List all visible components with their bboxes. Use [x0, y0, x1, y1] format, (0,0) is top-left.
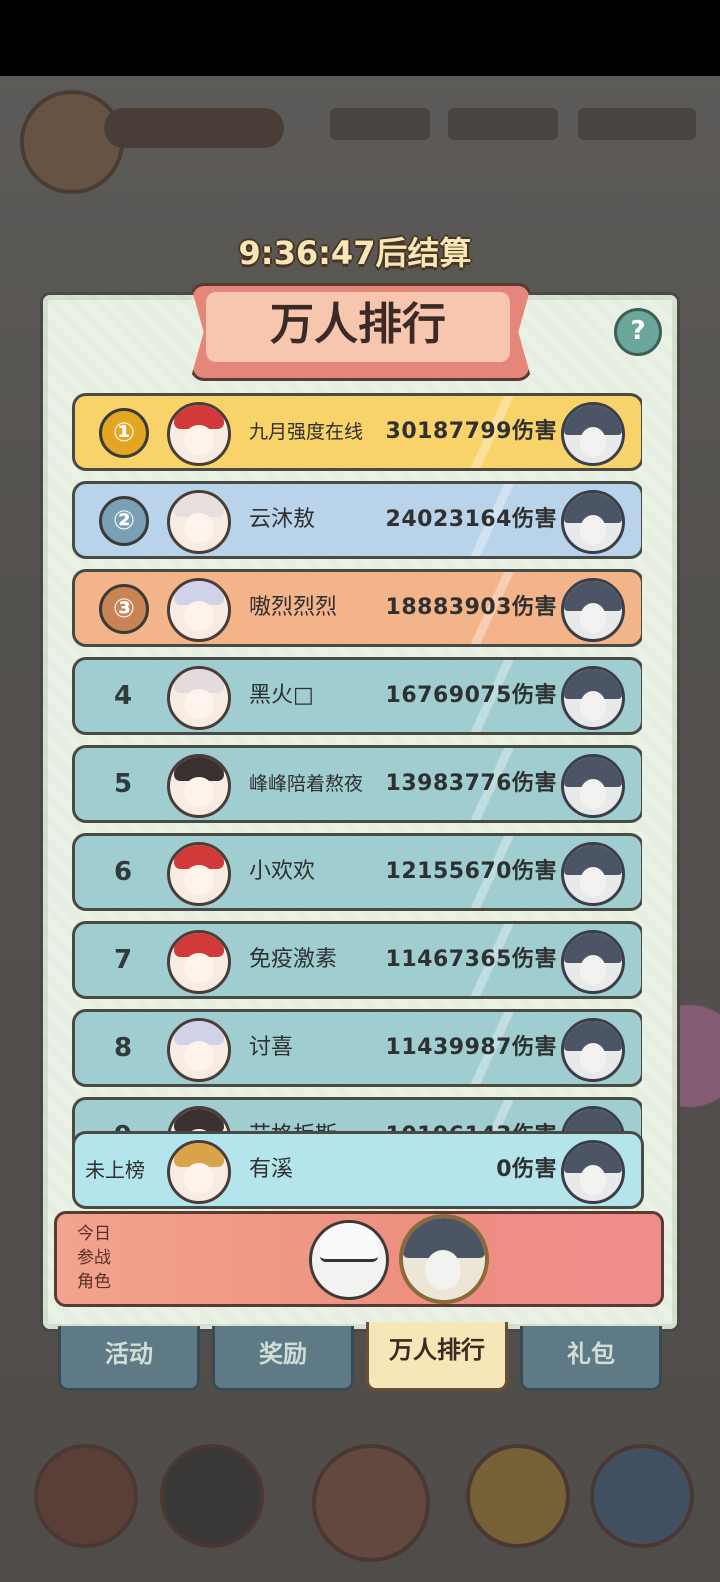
player-avatar-icon	[167, 402, 231, 466]
boss-icon	[561, 930, 625, 994]
player-avatar-icon	[167, 490, 231, 554]
boss-icon	[561, 666, 625, 730]
boss-icon	[561, 1140, 625, 1204]
damage-value: 13983776伤害	[385, 771, 557, 796]
tab-2[interactable]: 万人排行	[366, 1322, 508, 1391]
ranking-row[interactable]: ③ 嗷烈烈烈 18883903伤害	[72, 569, 642, 647]
player-name: 免疫激素	[249, 947, 338, 972]
ranking-row[interactable]: 7 免疫激素 11467365伤害	[72, 921, 642, 999]
damage-value: 11467365伤害	[385, 947, 557, 972]
ranking-row[interactable]: 4 黑火□ 16769075伤害	[72, 657, 642, 735]
player-name: 嗷烈烈烈	[249, 595, 338, 620]
today-party: 今日参战角色	[54, 1211, 664, 1307]
my-rank-label: 未上榜	[85, 1158, 145, 1182]
rank-number: 4	[113, 681, 133, 711]
damage-value: 24023164伤害	[385, 507, 557, 532]
rank-medal-icon: ①	[99, 408, 149, 458]
boss-icon	[561, 1018, 625, 1082]
player-name: 九月强度在线	[249, 421, 364, 443]
tab-3[interactable]: 礼包	[520, 1326, 662, 1391]
my-avatar-icon	[167, 1140, 231, 1204]
settlement-timer: 9:36:47后结算	[238, 234, 472, 272]
white-hair-character-icon[interactable]	[309, 1220, 389, 1300]
dark-hair-character-icon[interactable]	[399, 1214, 489, 1304]
bottom-tabs: 活动 奖励 万人排行 礼包	[58, 1322, 662, 1392]
ranking-row[interactable]: ① 九月强度在线 30187799伤害	[72, 393, 642, 471]
player-avatar-icon	[167, 1018, 231, 1082]
rank-number: 7	[113, 945, 133, 975]
damage-value: 18883903伤害	[385, 595, 557, 620]
boss-icon	[561, 490, 625, 554]
player-name: 云沐敖	[249, 507, 316, 532]
damage-value: 30187799伤害	[385, 419, 557, 444]
player-avatar-icon	[167, 754, 231, 818]
player-avatar-icon	[167, 930, 231, 994]
rank-medal-icon: ②	[99, 496, 149, 546]
party-label: 今日参战角色	[77, 1224, 111, 1292]
my-damage: 0伤害	[496, 1157, 557, 1182]
player-name: 小欢欢	[249, 859, 316, 884]
ranking-row[interactable]: 5 峰峰陪着熬夜 13983776伤害	[72, 745, 642, 823]
ranking-row[interactable]: ② 云沐敖 24023164伤害	[72, 481, 642, 559]
player-name: 讨喜	[249, 1035, 294, 1060]
question-icon[interactable]: ?	[614, 308, 662, 356]
damage-value: 11439987伤害	[385, 1035, 557, 1060]
boss-icon	[561, 402, 625, 466]
player-avatar-icon	[167, 666, 231, 730]
panel-title: 万人排行	[270, 299, 446, 350]
damage-value: 16769075伤害	[385, 683, 557, 708]
player-name: 黑火□	[249, 683, 314, 708]
tab-0[interactable]: 活动	[58, 1326, 200, 1391]
status-bar	[0, 0, 720, 76]
rank-medal-icon: ③	[99, 584, 149, 634]
ranking-row[interactable]: 8 讨喜 11439987伤害	[72, 1009, 642, 1087]
my-name: 有溪	[249, 1157, 294, 1182]
boss-icon	[561, 578, 625, 642]
my-ranking-row: 未上榜 有溪 0伤害	[72, 1131, 644, 1209]
rank-number: 6	[113, 857, 133, 887]
rank-number: 8	[113, 1033, 133, 1063]
damage-value: 12155670伤害	[385, 859, 557, 884]
player-avatar-icon	[167, 578, 231, 642]
boss-icon	[561, 842, 625, 906]
player-avatar-icon	[167, 842, 231, 906]
player-name: 峰峰陪着熬夜	[249, 773, 364, 795]
ranking-row[interactable]: 6 小欢欢 12155670伤害	[72, 833, 642, 911]
boss-icon	[561, 754, 625, 818]
tab-1[interactable]: 奖励	[212, 1326, 354, 1391]
rank-number: 5	[113, 769, 133, 799]
